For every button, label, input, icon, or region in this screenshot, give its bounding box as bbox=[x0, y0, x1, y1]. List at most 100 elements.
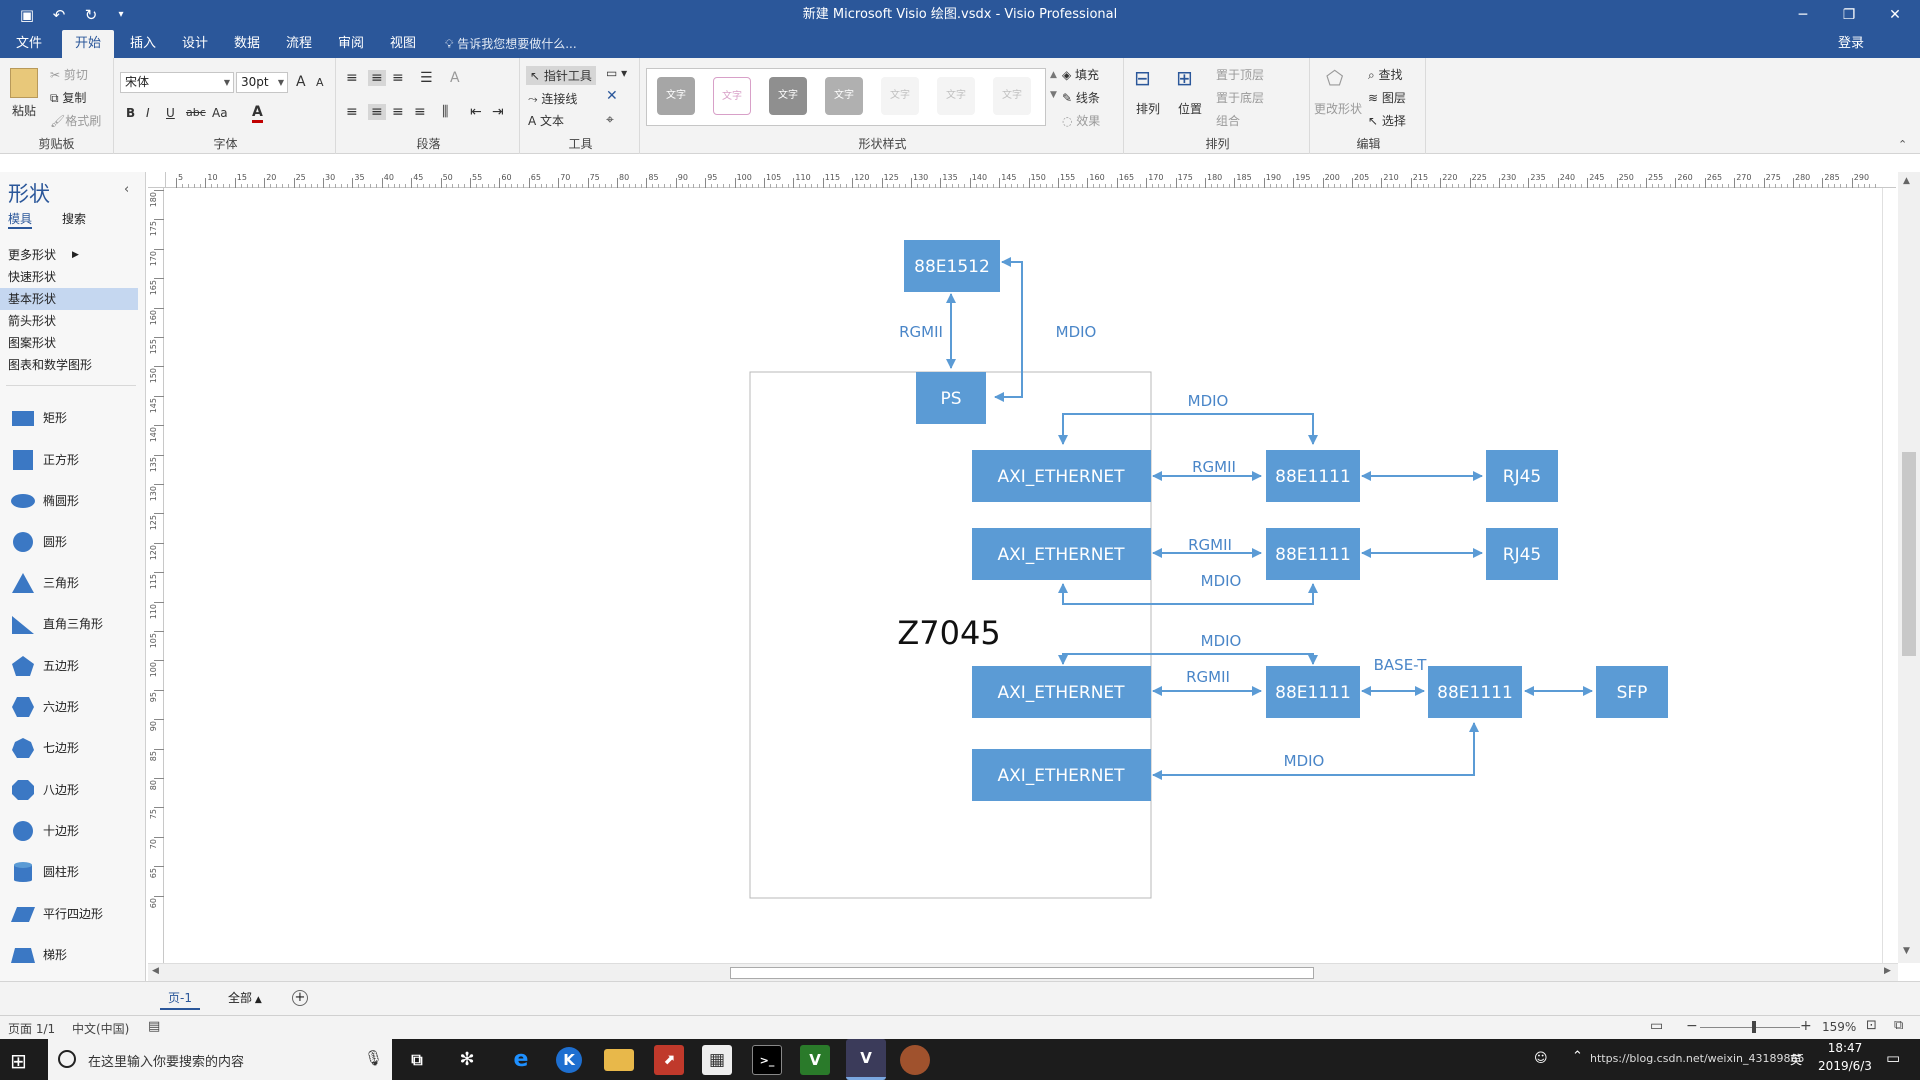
vertical-scrollbar[interactable]: ▲ ▼ bbox=[1898, 172, 1920, 963]
tab-process[interactable]: 流程 bbox=[276, 30, 322, 58]
shrink-font-button[interactable]: A bbox=[316, 76, 324, 89]
connection-point-icon[interactable]: ⌖ bbox=[606, 112, 614, 128]
align-middle-icon[interactable]: ≡ bbox=[368, 70, 386, 86]
add-page-button[interactable]: + bbox=[292, 990, 308, 1006]
fit-page-icon[interactable]: ⊡ bbox=[1866, 1018, 1877, 1033]
visio-taskbar-icon[interactable]: V bbox=[846, 1039, 886, 1080]
tab-review[interactable]: 审阅 bbox=[328, 30, 374, 58]
shape-cylinder[interactable]: 圆柱形 bbox=[10, 857, 140, 887]
pointer-tool-button[interactable]: ↖ 指针工具 bbox=[526, 66, 596, 85]
cut-button[interactable]: ✂ 剪切 bbox=[50, 66, 88, 83]
fan-app-icon[interactable]: ✻ bbox=[452, 1045, 482, 1075]
shape-square[interactable]: 正方形 bbox=[10, 445, 140, 475]
horizontal-scrollbar[interactable]: ◀ ▶ bbox=[148, 963, 1898, 981]
format-painter-button[interactable]: 🖌︎格式刷 bbox=[50, 112, 101, 129]
all-pages-button[interactable]: 全部 ▲ bbox=[228, 986, 262, 1010]
category-quick-shapes[interactable]: 快速形状 bbox=[0, 266, 138, 288]
font-size-combo[interactable]: 30pt ▼ bbox=[236, 72, 288, 93]
category-basic-shapes[interactable]: 基本形状 bbox=[0, 288, 138, 310]
tab-view[interactable]: 视图 bbox=[380, 30, 426, 58]
clock-date[interactable]: 2019/6/3 bbox=[1810, 1059, 1880, 1073]
close-x-icon[interactable]: ✕ bbox=[606, 88, 618, 104]
grow-font-button[interactable]: A bbox=[296, 74, 306, 90]
gallery-scroll-up-icon[interactable]: ▲ bbox=[1050, 70, 1057, 80]
scroll-up-icon[interactable]: ▲ bbox=[1903, 176, 1910, 186]
vertical-scroll-thumb[interactable] bbox=[1902, 452, 1916, 656]
underline-button[interactable]: U bbox=[166, 106, 175, 120]
style-swatch[interactable]: 文字 bbox=[881, 77, 919, 115]
zoom-slider-track[interactable] bbox=[1700, 1027, 1800, 1028]
copy-button[interactable]: ⧉ 复制 bbox=[50, 89, 86, 106]
layers-button[interactable]: ≋ 图层 bbox=[1368, 89, 1406, 106]
bring-to-front-button[interactable]: 置于顶层 bbox=[1216, 66, 1264, 83]
align-right-icon[interactable]: ≡ bbox=[392, 104, 404, 120]
login-button[interactable]: 登录 bbox=[1838, 30, 1864, 58]
microphone-icon[interactable]: 🎙︎ bbox=[364, 1049, 383, 1067]
position-button[interactable]: 位置 bbox=[1178, 100, 1202, 117]
align-top-icon[interactable]: ≡ bbox=[346, 70, 358, 86]
shape-trapezoid[interactable]: 梯形 bbox=[10, 940, 140, 970]
change-shape-icon[interactable]: ⬠ bbox=[1326, 66, 1343, 90]
position-icon[interactable]: ⊞ bbox=[1176, 66, 1193, 90]
edge-browser-icon[interactable]: e bbox=[506, 1045, 536, 1075]
people-icon[interactable]: ☺ bbox=[1534, 1051, 1548, 1066]
bold-button[interactable]: B bbox=[126, 106, 135, 120]
windows-start-icon[interactable]: ⊞ bbox=[10, 1049, 27, 1073]
shape-decagon[interactable]: 十边形 bbox=[10, 816, 140, 846]
effects-button[interactable]: ◌ 效果 bbox=[1062, 112, 1100, 129]
tab-stencils[interactable]: 模具 bbox=[8, 210, 33, 229]
style-swatch[interactable]: 文字 bbox=[769, 77, 807, 115]
shape-rectangle[interactable]: 矩形 bbox=[10, 403, 140, 433]
collapse-ribbon-icon[interactable]: ⌃ bbox=[1898, 138, 1907, 151]
shape-right-triangle[interactable]: 直角三角形 bbox=[10, 609, 140, 639]
shape-triangle[interactable]: 三角形 bbox=[10, 568, 140, 598]
tab-design[interactable]: 设计 bbox=[172, 30, 218, 58]
style-swatch[interactable]: 文字 bbox=[825, 77, 863, 115]
category-pattern-shapes[interactable]: 图案形状 bbox=[0, 332, 138, 354]
task-view-icon[interactable]: ⧉ bbox=[402, 1045, 432, 1075]
terminal-icon[interactable]: >_ bbox=[752, 1045, 782, 1075]
scroll-down-icon[interactable]: ▼ bbox=[1903, 946, 1910, 956]
shape-pentagon[interactable]: 五边形 bbox=[10, 651, 140, 681]
justify-icon[interactable]: ≡ bbox=[414, 104, 426, 120]
align-center-icon[interactable]: ≡ bbox=[368, 104, 386, 120]
align-left-icon[interactable]: ≡ bbox=[346, 104, 358, 120]
gallery-scroll-down-icon[interactable]: ▼ bbox=[1050, 90, 1057, 100]
collapse-pane-icon[interactable]: ‹ bbox=[124, 182, 129, 197]
text-direction-icon[interactable]: A bbox=[450, 70, 460, 86]
align-bottom-icon[interactable]: ≡ bbox=[392, 70, 404, 86]
avatar-app-icon[interactable] bbox=[900, 1045, 930, 1075]
change-case-button[interactable]: Aa bbox=[212, 106, 228, 120]
minimize-button[interactable]: ─ bbox=[1780, 0, 1826, 30]
scroll-left-icon[interactable]: ◀ bbox=[152, 966, 159, 976]
presentation-mode-icon[interactable]: ▭ bbox=[1650, 1018, 1663, 1034]
font-name-combo[interactable]: 宋体 ▼ bbox=[120, 72, 234, 93]
arrange-button[interactable]: 排列 bbox=[1136, 100, 1160, 117]
close-button[interactable]: ✕ bbox=[1872, 0, 1918, 30]
text-tool-button[interactable]: A 文本 bbox=[528, 112, 564, 129]
shape-ellipse[interactable]: 椭圆形 bbox=[10, 486, 140, 516]
tab-insert[interactable]: 插入 bbox=[120, 30, 166, 58]
select-button[interactable]: ↖ 选择 bbox=[1368, 112, 1406, 129]
find-button[interactable]: ⌕ 查找 bbox=[1368, 66, 1403, 83]
page-indicator[interactable]: 页面 1/1 bbox=[8, 1020, 55, 1037]
connector-button[interactable]: ⤳ 连接线 bbox=[528, 90, 577, 107]
style-swatch[interactable]: 文字 bbox=[657, 77, 695, 115]
fill-button[interactable]: ◈ 填充 bbox=[1062, 66, 1099, 83]
shape-hexagon[interactable]: 六边形 bbox=[10, 692, 140, 722]
zoom-out-icon[interactable]: − bbox=[1686, 1018, 1698, 1034]
arrange-icon[interactable]: ⊟ bbox=[1134, 66, 1151, 90]
italic-button[interactable]: I bbox=[146, 106, 150, 120]
file-explorer-icon[interactable] bbox=[604, 1049, 634, 1071]
tab-data[interactable]: 数据 bbox=[224, 30, 270, 58]
tab-search[interactable]: 搜索 bbox=[62, 210, 86, 227]
drawing-canvas[interactable]: Z7045 88E1512 PS AXI_ETHERNET AXI_ETHERN… bbox=[166, 188, 1886, 963]
paste-button[interactable]: 粘贴 bbox=[12, 102, 36, 119]
taskbar-search-box[interactable]: 在这里输入你要搜索的内容 🎙︎ bbox=[48, 1039, 392, 1080]
bullets-icon[interactable]: ☰ bbox=[420, 70, 433, 86]
pdf-app-icon[interactable]: ⬈ bbox=[654, 1045, 684, 1075]
line-button[interactable]: ✎ 线条 bbox=[1062, 89, 1100, 106]
k-app-icon[interactable]: K bbox=[556, 1047, 582, 1073]
font-color-button[interactable]: A bbox=[252, 104, 263, 123]
category-more-shapes[interactable]: 更多形状 ▶ bbox=[0, 244, 138, 266]
